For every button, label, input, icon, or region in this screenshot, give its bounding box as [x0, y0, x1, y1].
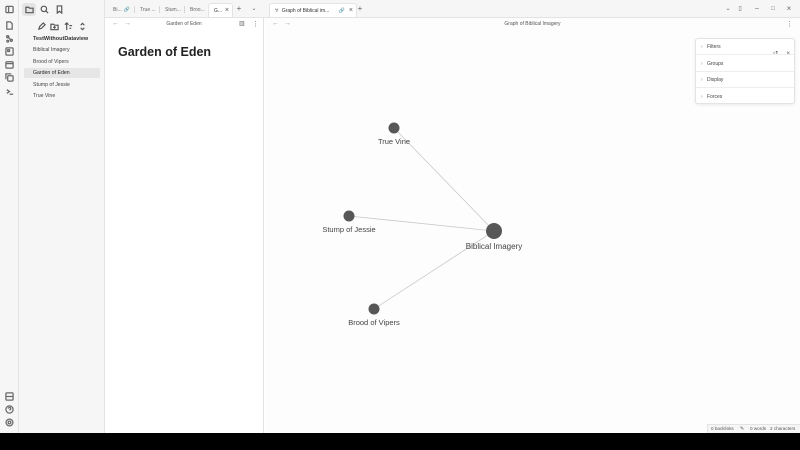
- search-icon[interactable]: [37, 3, 51, 16]
- collapse-icon[interactable]: [76, 20, 88, 32]
- graph-icon[interactable]: [4, 33, 15, 44]
- chevron-down-icon[interactable]: ⌄: [723, 4, 733, 14]
- status-bar: 0 backlinks ✎ 0 words 2 characters: [707, 424, 800, 433]
- graph-node-brood-of-vipers[interactable]: [368, 303, 380, 315]
- graph-section-forces[interactable]: › Forces: [696, 89, 794, 105]
- tab-brood-of-vipers[interactable]: Broo...: [185, 3, 208, 17]
- chevron-right-icon: ›: [701, 77, 703, 83]
- new-tab-icon[interactable]: +: [355, 4, 365, 14]
- tab-label: True ...: [140, 7, 156, 13]
- maximize-icon[interactable]: □: [768, 4, 778, 14]
- more-options-icon[interactable]: ⋮: [252, 20, 259, 28]
- ribbon: [0, 0, 19, 433]
- tab-label: Graph of Biblical im...: [281, 8, 330, 14]
- link-icon: 🔗: [123, 7, 130, 13]
- new-tab-icon[interactable]: +: [234, 4, 244, 14]
- new-folder-icon[interactable]: [48, 20, 60, 32]
- close-tab-icon[interactable]: ×: [225, 4, 229, 17]
- graph-section-display[interactable]: › Display: [696, 72, 794, 88]
- canvas-icon[interactable]: [4, 46, 15, 57]
- close-window-icon[interactable]: ×: [784, 4, 794, 14]
- tab-label: Broo...: [190, 7, 205, 13]
- graph-section-groups[interactable]: › Groups: [696, 56, 794, 72]
- tab-garden-of-eden[interactable]: G... ×: [208, 3, 233, 17]
- file-item-brood-of-vipers[interactable]: Brood of Vipers: [24, 57, 100, 67]
- reading-view-icon[interactable]: ▥: [239, 20, 245, 27]
- graph-tab-icon: ∀: [275, 8, 279, 14]
- pencil-icon[interactable]: ✎: [740, 425, 744, 433]
- file-item-true-vine[interactable]: True Vine: [24, 91, 100, 101]
- sidebar-toggle-icon[interactable]: [4, 4, 15, 15]
- graph-node-label-stump-of-jessie[interactable]: Stump of Jessie: [322, 225, 375, 234]
- chevron-right-icon: ›: [701, 93, 703, 100]
- word-count: 0 words: [750, 426, 767, 431]
- file-item-stump-of-jessie[interactable]: Stump of Jessie: [24, 80, 100, 90]
- terminal-icon[interactable]: [4, 86, 15, 97]
- sidebar-right-icon[interactable]: ▯: [735, 4, 745, 14]
- graph-node-label-biblical-imagery[interactable]: Biblical Imagery: [466, 242, 522, 251]
- bookmark-icon[interactable]: [52, 3, 66, 16]
- close-tab-icon[interactable]: ×: [349, 4, 353, 17]
- sort-icon[interactable]: [62, 20, 74, 32]
- calendar-icon[interactable]: [4, 59, 15, 70]
- chevron-right-icon: ›: [701, 44, 703, 50]
- file-item-garden-of-eden[interactable]: Garden of Eden: [24, 68, 100, 78]
- section-label: Groups: [707, 60, 724, 67]
- graph-pane: ← → Graph of Biblical Imagery ⋮ True Vin…: [265, 18, 800, 433]
- right-tab-bar: ∀ Graph of Biblical im... 🔗 × + ⌄ ▯ – □ …: [265, 0, 800, 18]
- section-label: Filters: [707, 44, 721, 50]
- graph-controls: ↺ × › Filters › Groups › Display › Force…: [695, 38, 795, 104]
- note-title[interactable]: Garden of Eden: [118, 45, 211, 59]
- tab-label: G...: [214, 8, 223, 14]
- character-count: 2 characters: [770, 426, 796, 431]
- tab-true-vine[interactable]: True ...: [135, 3, 159, 17]
- note-pane: ← → Garden of Eden ▥ ⋮ Garden of Eden: [105, 18, 264, 433]
- backlinks-count[interactable]: 0 backlinks: [711, 425, 734, 433]
- tab-graph[interactable]: ∀ Graph of Biblical im... 🔗 ×: [269, 3, 357, 17]
- link-icon: 🔗: [338, 8, 345, 14]
- tab-label: Stum...: [165, 7, 181, 13]
- left-tab-bar: Bi... 🔗 True ... Stum... Broo... G... × …: [105, 0, 265, 18]
- graph-node-stump-of-jessie[interactable]: [343, 210, 355, 222]
- tab-label: Bi...: [113, 7, 122, 13]
- graph-node-true-vine[interactable]: [388, 122, 400, 134]
- obsidian-window: TestWithoutDataview Biblical Imagery Bro…: [0, 0, 800, 433]
- graph-node-label-true-vine[interactable]: True Vine: [378, 137, 410, 146]
- minimize-icon[interactable]: –: [752, 4, 762, 14]
- vault-icon[interactable]: [4, 391, 15, 402]
- file-item-biblical-imagery[interactable]: Biblical Imagery: [24, 45, 100, 55]
- new-note-icon[interactable]: [35, 20, 47, 32]
- copy-icon[interactable]: [4, 72, 15, 83]
- graph-node-biblical-imagery[interactable]: [486, 223, 502, 239]
- chevron-down-icon[interactable]: ⌄: [249, 4, 259, 14]
- help-icon[interactable]: [4, 404, 15, 415]
- tab-biblical-imagery[interactable]: Bi... 🔗: [108, 3, 133, 17]
- section-label: Display: [707, 77, 724, 83]
- settings-icon[interactable]: [4, 417, 15, 428]
- tab-stump-of-jessie[interactable]: Stum...: [160, 3, 184, 17]
- chevron-right-icon: ›: [701, 60, 703, 67]
- screen-bottom-bar: [0, 433, 800, 450]
- section-label: Forces: [707, 93, 723, 100]
- vault-name[interactable]: TestWithoutDataview: [33, 36, 88, 42]
- graph-node-label-brood-of-vipers[interactable]: Brood of Vipers: [348, 318, 400, 327]
- file-explorer: TestWithoutDataview Biblical Imagery Bro…: [19, 0, 105, 433]
- note-view-header: ← → Garden of Eden ▥ ⋮: [105, 18, 263, 32]
- graph-section-filters[interactable]: › Filters: [696, 39, 794, 55]
- folder-icon[interactable]: [22, 3, 36, 16]
- files-icon[interactable]: [4, 20, 15, 31]
